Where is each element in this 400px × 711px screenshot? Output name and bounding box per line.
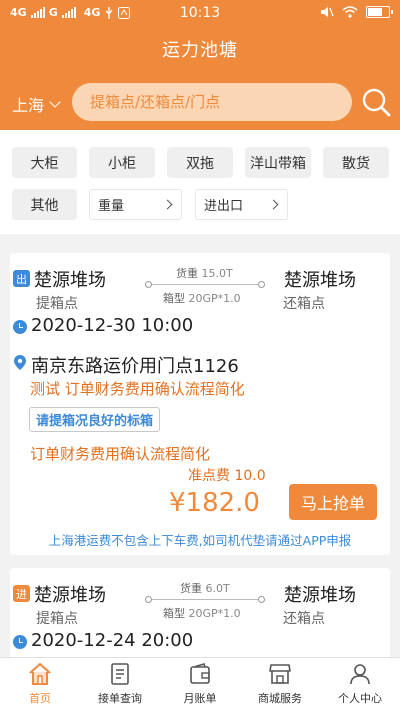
- return-label: 还箱点: [283, 611, 325, 627]
- box-info: 箱型 20GP*1.0: [163, 290, 241, 306]
- mute-icon: [321, 7, 334, 17]
- remark-tag: 请提箱况良好的标箱: [29, 407, 161, 432]
- weight-info: 货重 15.0T: [176, 265, 233, 281]
- user-icon: [350, 664, 370, 685]
- status-bar: 4G G 4G 10:13: [0, 0, 400, 28]
- clock-icon: [13, 635, 27, 649]
- nav-label: 首页: [29, 692, 51, 705]
- nav-label: 接单查询: [98, 692, 142, 705]
- pickup-name: 楚源堆场: [34, 585, 106, 606]
- punctual-fee: 准点费 10.0: [188, 468, 266, 484]
- box-info: 箱型 20GP*1.0: [163, 605, 241, 621]
- route-line: [145, 596, 265, 603]
- box-label: 箱型: [163, 292, 185, 305]
- wallet-icon: [190, 663, 210, 684]
- chevron-right-icon: [162, 199, 173, 210]
- weight-info: 货重 6.0T: [180, 580, 230, 596]
- pickup-label: 提箱点: [36, 611, 78, 627]
- weight-dropdown-label: 重量: [98, 199, 125, 214]
- door-address: 南京东路运价用门点1126: [31, 356, 239, 377]
- document-icon: [111, 663, 129, 685]
- order-price: ¥182.0: [169, 488, 260, 518]
- direction-tag: 进: [13, 585, 30, 602]
- filter-chip-bulk[interactable]: 散货: [323, 147, 389, 178]
- pickup-datetime: 2020-12-30 10:00: [31, 315, 194, 336]
- bottom-nav: 首页 接单查询 月账单 商城服务 个人中心: [0, 657, 400, 711]
- store-icon: [269, 664, 291, 684]
- weight-label: 货重: [180, 582, 202, 595]
- nav-monthly-bill[interactable]: 月账单: [160, 658, 240, 711]
- box-label: 箱型: [163, 607, 185, 620]
- filter-chip-large[interactable]: 大柜: [12, 147, 77, 178]
- nav-label: 个人中心: [338, 692, 382, 705]
- status-right: [320, 6, 393, 18]
- city-selector[interactable]: 上海: [12, 92, 61, 116]
- nav-mall-service[interactable]: 商城服务: [240, 658, 320, 711]
- search-input[interactable]: [72, 83, 352, 121]
- import-export-label: 进出口: [204, 199, 244, 214]
- location-pin-icon: [14, 355, 26, 370]
- chevron-right-icon: [268, 199, 279, 210]
- city-label: 上海: [12, 96, 45, 115]
- nav-home[interactable]: 首页: [0, 658, 80, 711]
- nav-label: 月账单: [183, 692, 217, 705]
- order-card[interactable]: 出 楚源堆场 提箱点 货重 15.0T 箱型 20GP*1.0 楚源堆场 还箱点…: [10, 253, 390, 555]
- weight-value: 15.0T: [201, 267, 233, 280]
- grab-order-button[interactable]: 马上抢单: [289, 484, 377, 520]
- nav-personal-center[interactable]: 个人中心: [320, 658, 400, 711]
- return-name: 楚源堆场: [284, 270, 356, 291]
- route-line: [145, 281, 265, 288]
- weight-dropdown[interactable]: 重量: [89, 189, 182, 220]
- pickup-label: 提箱点: [36, 296, 78, 312]
- pickup-name: 楚源堆场: [34, 270, 106, 291]
- page-title: 运力池塘: [162, 40, 238, 61]
- import-export-dropdown[interactable]: 进出口: [195, 189, 288, 220]
- filter-chip-double[interactable]: 双拖: [167, 147, 233, 178]
- clock-icon: [13, 320, 27, 334]
- return-label: 还箱点: [283, 296, 325, 312]
- weight-value: 6.0T: [205, 582, 230, 595]
- search-icon[interactable]: [361, 87, 391, 117]
- battery-icon: [366, 6, 393, 18]
- header: 4G G 4G 10:13 运力池塘 上海: [0, 0, 400, 130]
- chevron-down-icon: [49, 96, 61, 108]
- home-icon: [29, 663, 51, 685]
- order-note: 测试 订单财务费用确认流程简化: [30, 380, 245, 398]
- box-value: 20GP*1.0: [188, 607, 241, 620]
- filter-panel: 大柜 小柜 双拖 洋山带箱 散货 其他 重量 进出口: [0, 130, 400, 234]
- filter-chip-other[interactable]: 其他: [12, 189, 77, 220]
- weight-label: 货重: [176, 267, 198, 280]
- return-name: 楚源堆场: [284, 585, 356, 606]
- order-note-2: 订单财务费用确认流程简化: [30, 445, 211, 463]
- nav-label: 商城服务: [258, 692, 302, 705]
- filter-chip-small[interactable]: 小柜: [89, 147, 155, 178]
- direction-tag: 出: [13, 270, 30, 287]
- wifi-icon: [342, 6, 358, 18]
- fee-notice: 上海港运费不包含上下车费,如司机代垫请通过APP申报: [48, 533, 352, 548]
- pickup-datetime: 2020-12-24 20:00: [31, 630, 194, 651]
- filter-chip-yangshan[interactable]: 洋山带箱: [245, 147, 311, 178]
- box-value: 20GP*1.0: [188, 292, 241, 305]
- nav-order-query[interactable]: 接单查询: [80, 658, 160, 711]
